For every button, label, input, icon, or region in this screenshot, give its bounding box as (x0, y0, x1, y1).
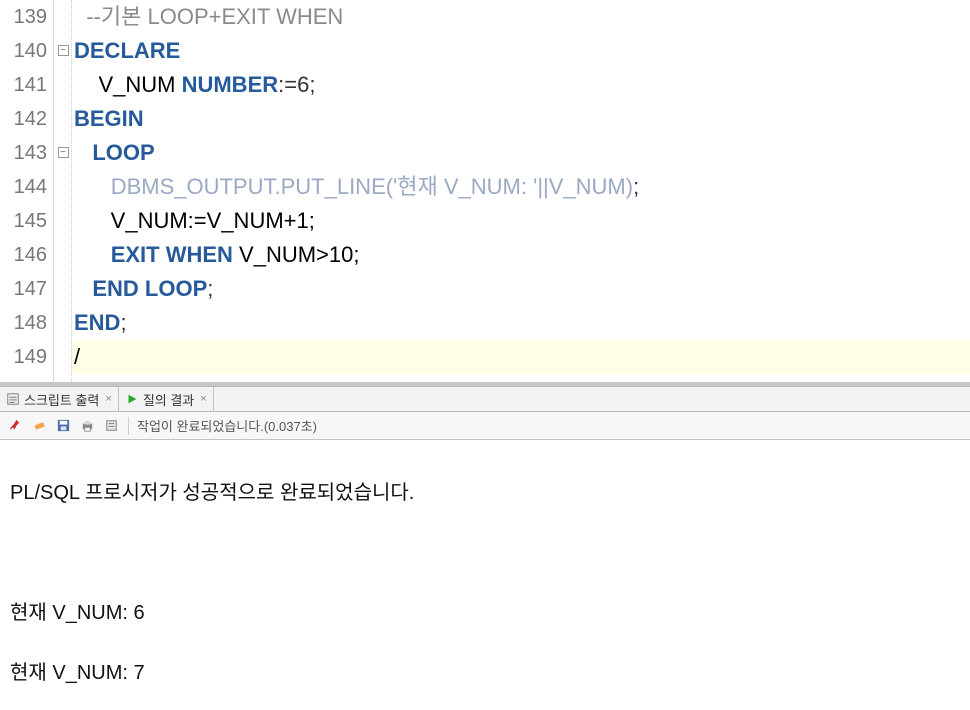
tab-label: 질의 결과 (143, 390, 194, 409)
output-tab-bar: 스크립트 출력 × 질의 결과 × (0, 386, 970, 412)
fold-marker (54, 306, 72, 340)
code-line[interactable]: LOOP (72, 136, 970, 170)
code-token: := (278, 72, 297, 97)
code-line[interactable]: EXIT WHEN V_NUM>10; (72, 238, 970, 272)
output-line: 현재 V_NUM: 6 (10, 598, 960, 628)
code-token: DECLARE (74, 38, 180, 63)
code-token: ; (120, 310, 126, 335)
buffer-icon[interactable] (102, 417, 120, 435)
code-token: EXIT WHEN (111, 242, 233, 267)
tab-query-result[interactable]: 질의 결과 × (119, 387, 214, 411)
code-token: ; (207, 276, 213, 301)
line-number: 143 (0, 136, 47, 170)
code-token (74, 140, 92, 165)
output-line: PL/SQL 프로시저가 성공적으로 완료되었습니다. (10, 478, 960, 508)
fold-marker (54, 68, 72, 102)
code-line[interactable]: V_NUM:=V_NUM+1; (72, 204, 970, 238)
code-token: NUMBER (182, 72, 279, 97)
code-editor[interactable]: 139140141142143144145146147148149 −− --기… (0, 0, 970, 386)
line-number: 140 (0, 34, 47, 68)
close-icon[interactable]: × (103, 393, 111, 405)
fold-marker[interactable]: − (54, 34, 72, 68)
fold-marker (54, 272, 72, 306)
save-icon[interactable] (54, 417, 72, 435)
fold-marker (54, 340, 72, 374)
code-token: DBMS_OUTPUT.PUT_LINE( (111, 174, 393, 199)
fold-marker (54, 102, 72, 136)
code-token: / (74, 344, 80, 369)
code-token: V_NUM>10; (233, 242, 360, 267)
code-token: 6 (297, 72, 309, 97)
code-token: --기본 LOOP+EXIT WHEN (86, 4, 343, 29)
code-token (74, 4, 86, 29)
line-number: 148 (0, 306, 47, 340)
tab-label: 스크립트 출력 (24, 390, 99, 409)
output-line: 현재 V_NUM: 7 (10, 658, 960, 688)
line-number: 145 (0, 204, 47, 238)
pin-icon[interactable] (6, 417, 24, 435)
fold-marker[interactable]: − (54, 136, 72, 170)
line-number: 146 (0, 238, 47, 272)
code-token: V_NUM:=V_NUM+1; (74, 208, 315, 233)
output-toolbar: 작업이 완료되었습니다.(0.037초) (0, 412, 970, 440)
fold-marker (54, 204, 72, 238)
fold-marker (54, 0, 72, 34)
code-line[interactable]: V_NUM NUMBER:=6; (72, 68, 970, 102)
script-output[interactable]: PL/SQL 프로시저가 성공적으로 완료되었습니다. 현재 V_NUM: 6 … (0, 440, 970, 710)
status-text: 작업이 완료되었습니다.(0.037초) (137, 416, 317, 435)
code-column[interactable]: --기본 LOOP+EXIT WHEN DECLARE V_NUM NUMBER:… (72, 0, 970, 382)
code-line[interactable]: --기본 LOOP+EXIT WHEN (72, 0, 970, 34)
fold-marker (54, 238, 72, 272)
code-line[interactable]: BEGIN (72, 102, 970, 136)
line-number: 141 (0, 68, 47, 102)
code-token: END LOOP (92, 276, 207, 301)
script-output-icon (6, 392, 20, 406)
line-number: 147 (0, 272, 47, 306)
code-token: END (74, 310, 120, 335)
code-token: ||V_NUM) (537, 174, 633, 199)
code-token: '현재 V_NUM: ' (393, 174, 537, 199)
code-token: ; (309, 72, 315, 97)
code-line[interactable]: DBMS_OUTPUT.PUT_LINE('현재 V_NUM: '||V_NUM… (72, 170, 970, 204)
line-number: 144 (0, 170, 47, 204)
fold-marker (54, 170, 72, 204)
fold-column: −− (54, 0, 72, 382)
tab-script-output[interactable]: 스크립트 출력 × (0, 387, 119, 411)
print-icon[interactable] (78, 417, 96, 435)
code-token (74, 276, 92, 301)
code-line[interactable]: DECLARE (72, 34, 970, 68)
code-token: BEGIN (74, 106, 144, 131)
code-token: V_NUM (74, 72, 182, 97)
play-icon (125, 392, 139, 406)
code-token (74, 242, 111, 267)
code-token: LOOP (92, 140, 154, 165)
line-number: 142 (0, 102, 47, 136)
code-token (74, 174, 111, 199)
code-line[interactable]: / (72, 340, 970, 374)
line-number: 139 (0, 0, 47, 34)
gutter: 139140141142143144145146147148149 (0, 0, 54, 382)
code-line[interactable]: END LOOP; (72, 272, 970, 306)
eraser-icon[interactable] (30, 417, 48, 435)
code-token: ; (633, 174, 639, 199)
code-line[interactable]: END; (72, 306, 970, 340)
separator (128, 417, 129, 435)
line-number: 149 (0, 340, 47, 374)
close-icon[interactable]: × (198, 393, 206, 405)
